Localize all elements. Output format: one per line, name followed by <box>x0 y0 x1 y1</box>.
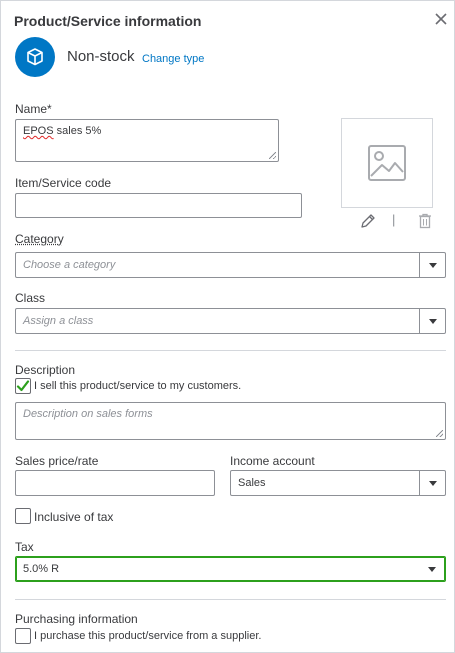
image-placeholder-icon <box>368 145 406 181</box>
checkmark-icon <box>16 380 30 392</box>
item-type-label: Non-stock <box>67 48 135 65</box>
name-value-rest: sales 5% <box>53 125 102 137</box>
chevron-down-icon[interactable] <box>419 471 445 495</box>
item-code-label: Item/Service code <box>15 176 112 190</box>
tax-value: 5.0% R <box>23 563 60 575</box>
section-divider <box>15 350 446 351</box>
product-service-panel: Product/Service information Non-stock Ch… <box>0 0 455 653</box>
panel-title: Product/Service information <box>14 13 202 29</box>
resize-grip-icon[interactable] <box>436 430 443 437</box>
income-account-label: Income account <box>230 454 315 468</box>
category-label: Category <box>15 232 64 246</box>
section-divider <box>15 599 446 600</box>
inclusive-tax-label: Inclusive of tax <box>34 510 114 524</box>
purchase-checkbox-label: I purchase this product/service from a s… <box>34 630 262 642</box>
tax-label: Tax <box>15 540 34 554</box>
trash-icon[interactable] <box>416 212 434 230</box>
image-actions-separator: | <box>392 212 396 227</box>
name-field[interactable]: EPOS sales 5% <box>15 119 279 162</box>
class-label: Class <box>15 291 46 305</box>
close-icon[interactable] <box>431 9 451 29</box>
purchasing-label: Purchasing information <box>15 612 138 626</box>
sell-checkbox[interactable] <box>15 378 31 394</box>
sales-price-label: Sales price/rate <box>15 454 99 468</box>
income-account-select[interactable]: Sales <box>230 470 446 496</box>
name-value-misspelled: EPOS <box>23 125 54 137</box>
sell-checkbox-label: I sell this product/service to my custom… <box>34 380 242 392</box>
image-upload-area[interactable] <box>341 118 433 208</box>
sales-description-placeholder: Description on sales forms <box>23 408 153 420</box>
sales-price-input[interactable] <box>15 470 215 496</box>
chevron-down-icon[interactable] <box>419 309 445 333</box>
inclusive-tax-checkbox[interactable] <box>15 508 31 524</box>
item-code-input[interactable] <box>15 193 302 218</box>
chevron-down-icon[interactable] <box>419 557 445 581</box>
pencil-icon[interactable] <box>359 212 377 230</box>
description-label: Description <box>15 363 76 377</box>
box-icon <box>15 37 55 77</box>
change-type-link[interactable]: Change type <box>142 53 204 65</box>
income-account-value: Sales <box>238 477 266 489</box>
chevron-down-icon[interactable] <box>419 253 445 277</box>
class-placeholder: Assign a class <box>23 315 94 327</box>
name-label: Name* <box>15 102 52 116</box>
category-select[interactable]: Choose a category <box>15 252 446 278</box>
class-select[interactable]: Assign a class <box>15 308 446 334</box>
tax-select[interactable]: 5.0% R <box>15 556 446 582</box>
sales-description-field[interactable]: Description on sales forms <box>15 402 446 440</box>
resize-grip-icon[interactable] <box>269 152 276 159</box>
category-placeholder: Choose a category <box>23 259 116 271</box>
purchase-checkbox[interactable] <box>15 628 31 644</box>
